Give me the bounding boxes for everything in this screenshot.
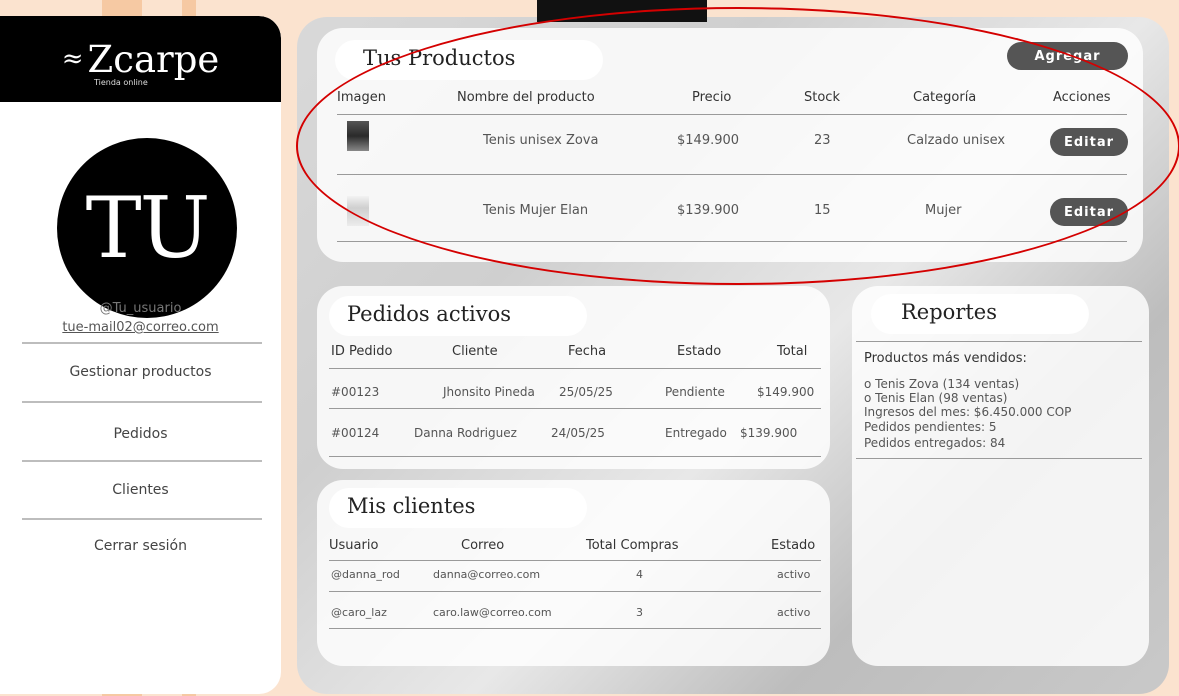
avatar: TU bbox=[57, 138, 237, 318]
divider bbox=[329, 628, 821, 629]
client-email: caro.law@correo.com bbox=[433, 606, 552, 619]
products-card: Tus Productos Agregar Imagen Nombre del … bbox=[317, 28, 1143, 262]
client-user: @caro_laz bbox=[331, 606, 387, 619]
divider bbox=[329, 560, 821, 561]
product-category: Calzado unisex bbox=[907, 133, 1006, 148]
column-header: Total Compras bbox=[586, 538, 679, 553]
client-purchases: 4 bbox=[636, 568, 643, 581]
product-thumbnail bbox=[347, 121, 369, 151]
product-name: Tenis Mujer Elan bbox=[483, 203, 589, 218]
orders-title: Pedidos activos bbox=[329, 296, 587, 336]
column-header: Acciones bbox=[1053, 90, 1111, 105]
column-header: Stock bbox=[804, 90, 840, 105]
brand-logo[interactable]: ≈ Zcarpe Tienda online bbox=[0, 16, 281, 102]
report-line: o Tenis Elan (98 ventas) bbox=[864, 391, 1008, 405]
divider bbox=[329, 408, 821, 409]
product-stock: 15 bbox=[814, 203, 831, 218]
sidebar-item-cerrar-sesion[interactable]: Cerrar sesión bbox=[0, 538, 281, 554]
brand-name: Zcarpe bbox=[87, 37, 220, 81]
order-client: Jhonsito Pineda bbox=[443, 385, 535, 399]
order-date: 24/05/25 bbox=[551, 426, 605, 440]
divider bbox=[856, 458, 1142, 459]
order-id: #00124 bbox=[331, 426, 380, 440]
order-status: Pendiente bbox=[665, 385, 725, 399]
orders-card: Pedidos activos ID Pedido Cliente Fecha … bbox=[317, 286, 830, 469]
order-total: $139.900 bbox=[740, 426, 798, 440]
column-header: Nombre del producto bbox=[457, 90, 595, 105]
decorative-block bbox=[537, 0, 707, 22]
reports-title: Reportes bbox=[871, 294, 1089, 334]
order-total: $149.900 bbox=[757, 385, 815, 399]
column-header: Usuario bbox=[329, 538, 379, 553]
clients-title: Mis clientes bbox=[329, 488, 587, 528]
divider bbox=[329, 591, 821, 592]
report-line: Pedidos pendientes: 5 bbox=[864, 420, 997, 434]
sidebar: ≈ Zcarpe Tienda online TU @Tu_usuario tu… bbox=[0, 16, 281, 694]
product-thumbnail bbox=[347, 196, 369, 226]
column-header: Categoría bbox=[913, 90, 977, 105]
edit-button[interactable]: Editar bbox=[1050, 198, 1128, 226]
column-header: Estado bbox=[677, 344, 722, 359]
product-category: Mujer bbox=[925, 203, 962, 218]
report-line: o Tenis Zova (134 ventas) bbox=[864, 377, 1020, 391]
divider bbox=[337, 174, 1127, 175]
sidebar-item-pedidos[interactable]: Pedidos bbox=[0, 426, 281, 442]
report-line: Pedidos entregados: 84 bbox=[864, 436, 1006, 450]
reports-card: Reportes Productos más vendidos: o Tenis… bbox=[852, 286, 1149, 666]
divider bbox=[22, 460, 262, 462]
sidebar-item-clientes[interactable]: Clientes bbox=[0, 482, 281, 498]
column-header: Estado bbox=[771, 538, 816, 553]
client-purchases: 3 bbox=[636, 606, 643, 619]
divider bbox=[856, 341, 1142, 342]
column-header: Correo bbox=[461, 538, 505, 553]
client-status: activo bbox=[777, 606, 811, 619]
edit-button[interactable]: Editar bbox=[1050, 128, 1128, 156]
column-header: ID Pedido bbox=[331, 344, 393, 359]
product-stock: 23 bbox=[814, 133, 831, 148]
sidebar-item-gestionar-productos[interactable]: Gestionar productos bbox=[0, 364, 281, 380]
product-price: $149.900 bbox=[677, 133, 740, 148]
column-header: Precio bbox=[692, 90, 732, 105]
client-user: @danna_rod bbox=[331, 568, 400, 581]
column-header: Cliente bbox=[452, 344, 498, 359]
column-header: Total bbox=[777, 344, 808, 359]
add-product-button[interactable]: Agregar bbox=[1007, 42, 1128, 70]
user-email: tue-mail02@correo.com bbox=[62, 320, 219, 335]
clients-card: Mis clientes Usuario Correo Total Compra… bbox=[317, 480, 830, 666]
column-header: Fecha bbox=[568, 344, 607, 359]
report-line: Ingresos del mes: $6.450.000 COP bbox=[864, 405, 1072, 419]
client-status: activo bbox=[777, 568, 811, 581]
order-id: #00123 bbox=[331, 385, 380, 399]
divider bbox=[22, 401, 262, 403]
client-email: danna@correo.com bbox=[433, 568, 541, 581]
brand-mark-icon: ≈ bbox=[61, 44, 84, 74]
products-title: Tus Productos bbox=[335, 40, 603, 80]
divider bbox=[337, 114, 1127, 115]
user-handle: @Tu_usuario bbox=[99, 301, 182, 316]
divider bbox=[22, 518, 262, 520]
divider bbox=[337, 241, 1127, 242]
product-price: $139.900 bbox=[677, 203, 740, 218]
reports-subtitle: Productos más vendidos: bbox=[864, 351, 1027, 366]
product-name: Tenis unisex Zova bbox=[483, 133, 599, 148]
divider bbox=[329, 368, 821, 369]
column-header: Imagen bbox=[337, 90, 386, 105]
order-status: Entregado bbox=[665, 426, 727, 440]
brand-tagline: Tienda online bbox=[94, 78, 148, 87]
divider bbox=[329, 456, 821, 457]
divider bbox=[22, 342, 262, 344]
order-date: 25/05/25 bbox=[559, 385, 613, 399]
order-client: Danna Rodriguez bbox=[414, 426, 517, 440]
